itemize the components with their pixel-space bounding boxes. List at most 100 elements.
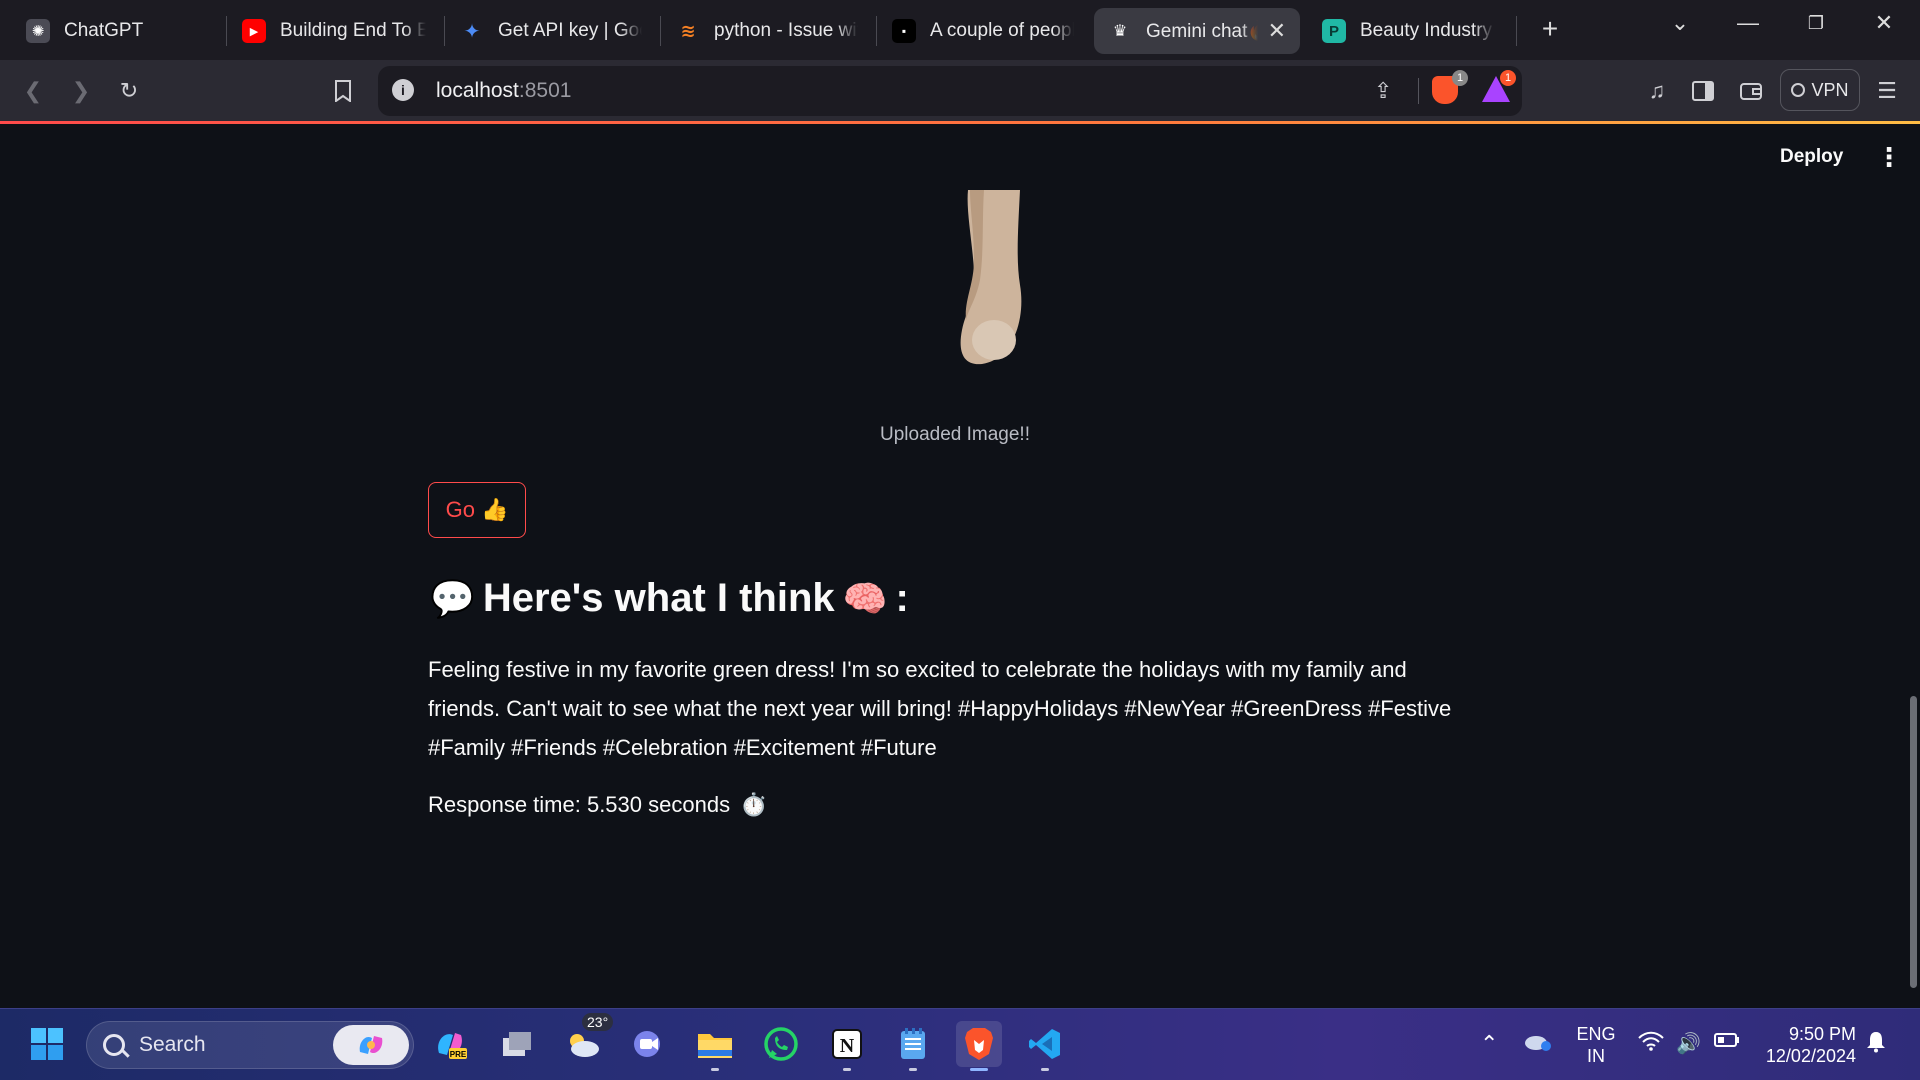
toolbar-divider bbox=[1418, 78, 1419, 104]
tab-unsplash[interactable]: ▪ A couple of people bbox=[878, 8, 1088, 54]
screen: ✺ ChatGPT ▶ Building End To En ✦ Get API… bbox=[0, 0, 1920, 1080]
close-window-icon[interactable]: ✕ bbox=[1864, 6, 1904, 40]
reload-icon[interactable]: ↻ bbox=[112, 74, 146, 108]
thumbs-up-icon: 👍 bbox=[480, 497, 509, 522]
streamlit-top-decoration bbox=[0, 121, 1920, 124]
vpn-status-icon bbox=[1791, 83, 1806, 97]
brave-browser-icon[interactable] bbox=[956, 1021, 1002, 1071]
tab-title: Gemini chat🔥 bbox=[1146, 21, 1258, 42]
running-indicator bbox=[843, 1068, 851, 1071]
minimize-icon[interactable]: — bbox=[1728, 6, 1768, 40]
language-code: ENG bbox=[1576, 1024, 1616, 1044]
task-view-icon[interactable] bbox=[494, 1021, 540, 1067]
onedrive-icon[interactable] bbox=[1524, 1031, 1552, 1059]
model-response-text: Feeling festive in my favorite green dre… bbox=[428, 657, 1452, 760]
volume-icon[interactable]: 🔊 bbox=[1676, 1031, 1701, 1056]
stackoverflow-icon: ≋ bbox=[680, 20, 696, 41]
notification-bell-icon[interactable] bbox=[1866, 1031, 1886, 1059]
windows-taskbar: Search PRE 23° N ⌃ ENG IN 🔊 9:50 PM 12/0… bbox=[0, 1008, 1920, 1080]
youtube-icon: ▶ bbox=[242, 19, 266, 43]
browser-tab-strip: ✺ ChatGPT ▶ Building End To En ✦ Get API… bbox=[0, 0, 1920, 60]
restore-icon[interactable]: ❐ bbox=[1796, 6, 1836, 40]
tab-youtube[interactable]: ▶ Building End To En bbox=[228, 8, 440, 54]
chatgpt-icon: ✺ bbox=[26, 19, 50, 43]
new-tab-plus-icon[interactable]: + bbox=[1530, 12, 1570, 46]
vpn-button[interactable]: VPN bbox=[1780, 69, 1860, 111]
language-indicator[interactable]: ENG IN bbox=[1576, 1023, 1616, 1067]
share-icon[interactable]: ⇪ bbox=[1374, 78, 1392, 104]
copilot-pre-icon[interactable]: PRE bbox=[428, 1021, 474, 1067]
tab-title: A couple of people bbox=[930, 20, 1074, 41]
media-music-icon[interactable]: ♫ bbox=[1640, 74, 1674, 108]
google-ai-studio-icon: ✦ bbox=[463, 20, 481, 43]
battery-icon[interactable] bbox=[1714, 1031, 1740, 1054]
back-icon[interactable]: ❮ bbox=[16, 74, 50, 108]
tab-title: Building End To En bbox=[280, 20, 426, 41]
running-indicator bbox=[711, 1068, 719, 1071]
clock-date: 12/02/2024 bbox=[1765, 1046, 1856, 1066]
running-indicator bbox=[1041, 1068, 1049, 1071]
file-explorer-icon[interactable] bbox=[692, 1021, 738, 1071]
tab-separator bbox=[876, 16, 877, 46]
tab-stackoverflow[interactable]: ≋ python - Issue with bbox=[662, 8, 872, 54]
svg-text:PRE: PRE bbox=[450, 1050, 467, 1059]
tab-title: Get API key | Goog bbox=[498, 20, 642, 41]
address-bar[interactable]: i localhost:8501 ⇪ 1 1 bbox=[378, 66, 1522, 116]
uploaded-image bbox=[960, 190, 1022, 365]
clock-time: 9:50 PM bbox=[1788, 1024, 1856, 1044]
vpn-label: VPN bbox=[1811, 79, 1849, 100]
search-label: Search bbox=[139, 1033, 206, 1056]
crown-icon: ♛ bbox=[1112, 23, 1128, 40]
response-time: Response time: 5.530 seconds ⏱️ bbox=[428, 792, 767, 818]
tab-separator bbox=[226, 16, 227, 46]
notepad-icon[interactable] bbox=[890, 1021, 936, 1071]
response-time-text: Response time: 5.530 seconds bbox=[428, 792, 731, 817]
unsplash-icon: ▪ bbox=[892, 19, 916, 43]
bookmark-icon[interactable] bbox=[326, 74, 360, 108]
perplexity-icon: P bbox=[1322, 19, 1346, 43]
taskbar-search-box[interactable]: Search bbox=[86, 1021, 414, 1069]
weather-temp: 23° bbox=[582, 1013, 614, 1031]
vscode-icon[interactable] bbox=[1022, 1021, 1068, 1071]
deploy-button[interactable]: Deploy bbox=[1780, 146, 1843, 168]
tab-gemini-chat[interactable]: ♛ Gemini chat🔥 ✕ bbox=[1094, 8, 1300, 54]
wifi-icon[interactable] bbox=[1638, 1031, 1664, 1057]
active-indicator bbox=[970, 1068, 988, 1071]
search-icon bbox=[103, 1034, 130, 1058]
browser-menu-icon[interactable]: ☰ bbox=[1870, 74, 1904, 108]
page-scrollbar[interactable] bbox=[1910, 696, 1917, 988]
url-host: localhost bbox=[436, 79, 519, 102]
tab-search-chevron-icon[interactable]: ⌄ bbox=[1660, 6, 1700, 40]
url-port: :8501 bbox=[518, 79, 572, 102]
tab-beauty-industry[interactable]: P Beauty Industry 57 bbox=[1308, 8, 1508, 54]
stopwatch-icon: ⏱️ bbox=[740, 792, 768, 817]
svg-text:N: N bbox=[840, 1035, 855, 1057]
tab-google-api-key[interactable]: ✦ Get API key | Goog bbox=[446, 8, 656, 54]
running-indicator bbox=[909, 1068, 917, 1071]
tab-title: python - Issue with bbox=[714, 20, 858, 41]
tab-title: Beauty Industry 57 bbox=[1360, 20, 1494, 41]
sidebar-toggle-icon[interactable] bbox=[1686, 74, 1720, 108]
show-hidden-icons-chevron-icon[interactable]: ⌃ bbox=[1480, 1031, 1498, 1057]
app-menu-icon[interactable]: ⋮ bbox=[1876, 144, 1902, 170]
teams-meet-icon[interactable] bbox=[626, 1021, 672, 1067]
weather-widget-icon[interactable]: 23° bbox=[560, 1013, 614, 1067]
copilot-icon[interactable] bbox=[333, 1025, 409, 1065]
tab-title: ChatGPT bbox=[64, 20, 144, 41]
response-heading: 💬 Here's what I think 🧠 : bbox=[430, 576, 909, 621]
clock[interactable]: 9:50 PM 12/02/2024 bbox=[1756, 1023, 1856, 1067]
brain-icon: 🧠 bbox=[842, 577, 888, 619]
tab-separator bbox=[444, 16, 445, 46]
wallet-icon[interactable] bbox=[1734, 74, 1768, 108]
tab-chatgpt[interactable]: ✺ ChatGPT bbox=[12, 8, 220, 54]
close-tab-icon[interactable]: ✕ bbox=[1268, 18, 1286, 44]
tab-separator bbox=[1516, 16, 1517, 46]
site-info-icon[interactable]: i bbox=[392, 79, 414, 101]
windows-start-icon[interactable] bbox=[24, 1021, 70, 1067]
notion-icon[interactable]: N bbox=[824, 1021, 870, 1071]
go-button[interactable]: Go 👍 bbox=[428, 482, 526, 538]
rewards-badge: 1 bbox=[1500, 70, 1516, 86]
whatsapp-icon[interactable] bbox=[758, 1021, 804, 1067]
go-button-label: Go bbox=[445, 497, 475, 522]
forward-icon[interactable]: ❯ bbox=[64, 74, 98, 108]
